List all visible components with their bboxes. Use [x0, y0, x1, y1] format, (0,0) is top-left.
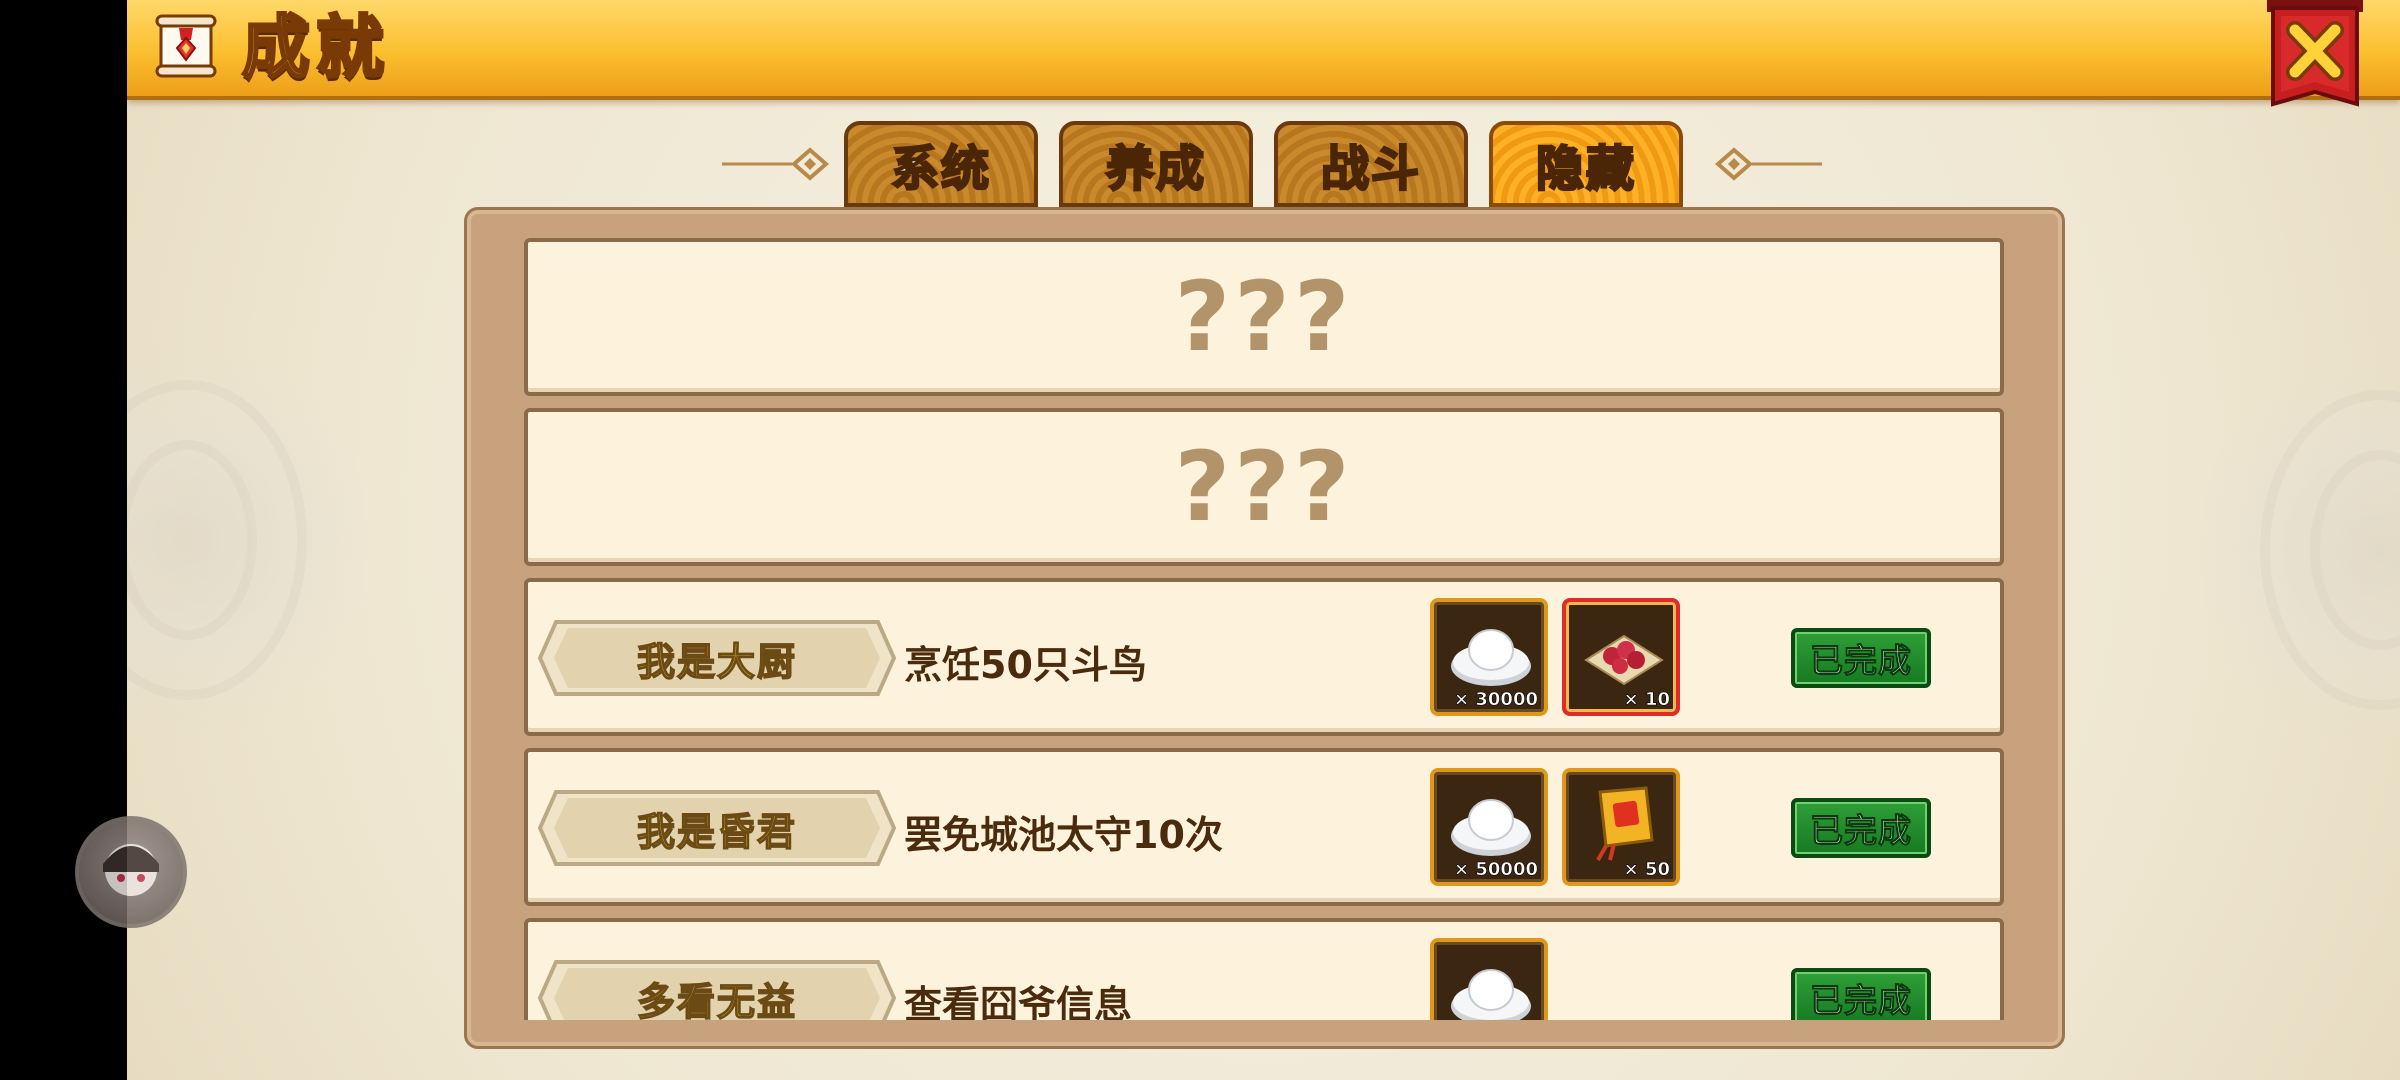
achievement-name-plate: 多看无益 [538, 958, 896, 1020]
tab-label: 系统 [890, 140, 991, 199]
reward-count: × 10 [1623, 689, 1670, 711]
tab-system[interactable]: 系统 [844, 121, 1038, 207]
reward-slot[interactable]: × 30000 [1430, 598, 1548, 716]
tab-label: 隐藏 [1535, 140, 1636, 199]
tab-label: 战斗 [1320, 140, 1421, 199]
achievement-row-hidden: ??? [524, 408, 2004, 566]
title-bar: 成就 [127, 0, 2400, 100]
achievement-panel: ??? ??? 我是大厨 烹饪50只斗鸟 × 30000 × 10 已完成 我是… [464, 207, 2065, 1049]
achievement-window: 成就 系统 养成 战斗 隐藏 ??? ??? 我是大厨 烹饪50只斗鸟 × 30… [127, 0, 2400, 1080]
tab-ornament-left [722, 147, 830, 181]
achievement-name-plate: 我是昏君 [538, 788, 896, 868]
silver-ingot-icon [1451, 629, 1531, 686]
avatar-assistant-icon[interactable] [75, 816, 187, 928]
tab-ornament-right [1714, 147, 1822, 181]
achievement-list[interactable]: ??? ??? 我是大厨 烹饪50只斗鸟 × 30000 × 10 已完成 我是… [524, 238, 2004, 1020]
status-label: 已完成 [1810, 641, 1912, 681]
hidden-mask-text: ??? [1174, 261, 1354, 373]
reward-count: × 30000 [1454, 689, 1539, 711]
completed-button[interactable]: 已完成 [1791, 798, 1931, 858]
roast-food-platter-icon [1584, 634, 1664, 686]
reward-count: × 50000 [1454, 859, 1539, 881]
achievement-row: 我是大厨 烹饪50只斗鸟 × 30000 × 10 已完成 [524, 578, 2004, 736]
achievement-description: 烹饪50只斗鸟 [904, 643, 1147, 687]
page-title: 成就 [240, 8, 391, 90]
completed-button[interactable]: 已完成 [1791, 628, 1931, 688]
decorative-swirl-right [2200, 330, 2400, 770]
achievement-name-plate: 我是大厨 [538, 618, 896, 698]
achievement-name: 多看无益 [636, 979, 797, 1020]
completed-button[interactable]: 已完成 [1791, 968, 1931, 1020]
close-button[interactable] [2263, 0, 2367, 118]
decorative-swirl-left [127, 320, 367, 760]
reward-slot[interactable] [1430, 938, 1548, 1020]
silver-ingot-icon [1451, 799, 1531, 856]
tab-hidden[interactable]: 隐藏 [1489, 121, 1683, 207]
reward-slot[interactable]: × 50 [1562, 768, 1680, 886]
tab-label: 养成 [1105, 140, 1206, 199]
hidden-mask-text: ??? [1174, 431, 1354, 543]
tab-cultivation[interactable]: 养成 [1059, 121, 1253, 207]
achievement-row: 我是昏君 罢免城池太守10次 × 50000 × 50 已完成 [524, 748, 2004, 906]
decree-token-icon [1596, 786, 1654, 861]
achievement-row: 多看无益 查看囧爷信息 已完成 [524, 918, 2004, 1020]
silver-ingot-icon [1451, 969, 1531, 1020]
reward-slot[interactable]: × 50000 [1430, 768, 1548, 886]
reward-slot[interactable]: × 10 [1562, 598, 1680, 716]
achievement-name: 我是大厨 [636, 639, 797, 685]
achievement-description: 罢免城池太守10次 [904, 813, 1223, 857]
achievement-description: 查看囧爷信息 [904, 983, 1133, 1020]
reward-count: × 50 [1623, 859, 1670, 881]
status-label: 已完成 [1810, 811, 1912, 851]
status-label: 已完成 [1810, 981, 1912, 1021]
achievement-row-hidden: ??? [524, 238, 2004, 396]
tab-battle[interactable]: 战斗 [1274, 121, 1468, 207]
achievement-name: 我是昏君 [636, 809, 797, 855]
scroll-medal-icon [155, 14, 217, 78]
screen: 成就 系统 养成 战斗 隐藏 ??? ??? 我是大厨 烹饪50只斗鸟 × 30… [0, 0, 2400, 1080]
